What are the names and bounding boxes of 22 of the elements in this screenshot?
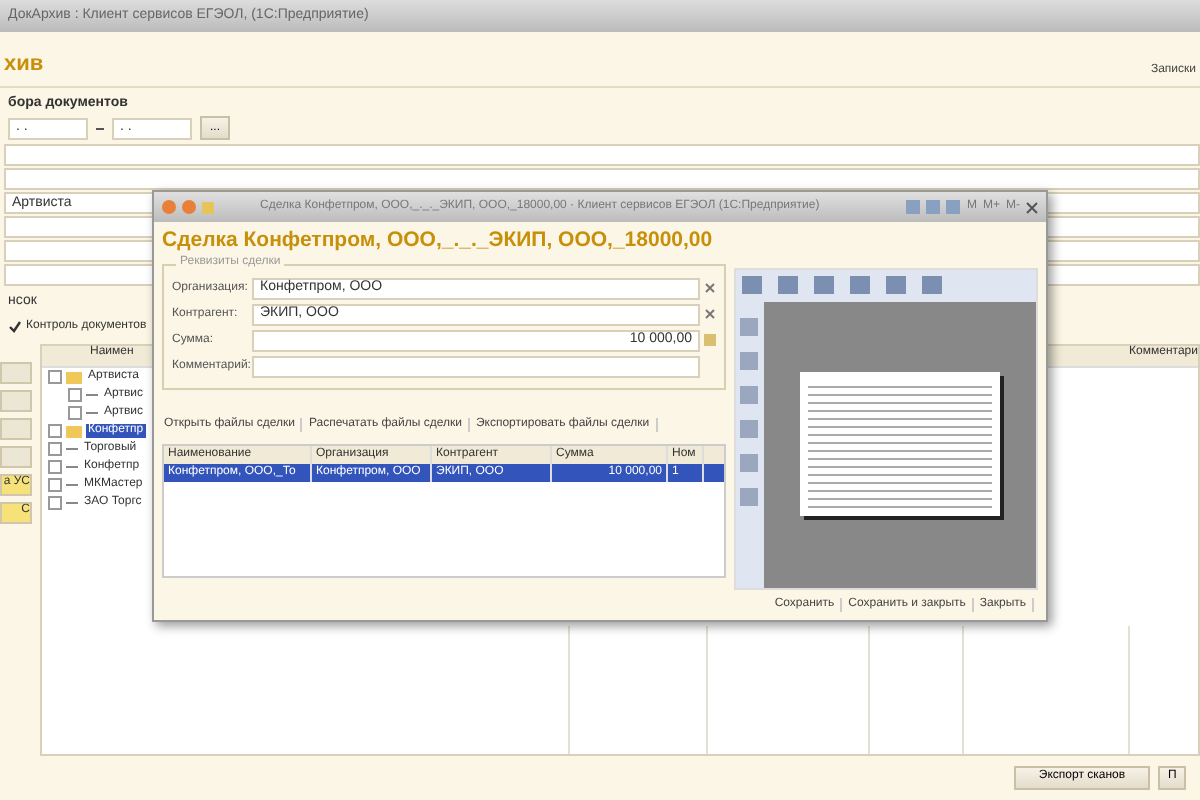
side-button[interactable] [0,418,32,440]
checkbox[interactable] [48,370,62,384]
checkbox[interactable] [68,406,82,420]
side-button[interactable] [0,446,32,468]
input-field[interactable] [4,168,1200,191]
side-button[interactable] [0,390,32,412]
side-button[interactable] [0,362,32,384]
close-icon[interactable] [1026,201,1038,213]
checkbox[interactable] [48,478,62,492]
checkbox[interactable] [8,319,22,334]
page-heading: хив [4,51,44,78]
checkbox[interactable] [48,460,62,474]
minimize-icon[interactable] [182,200,196,214]
input-field[interactable] [252,355,700,378]
checkbox[interactable] [48,424,62,438]
dash-icon [96,127,104,130]
clear-icon[interactable] [704,308,716,321]
clear-icon[interactable] [704,282,716,295]
checkbox[interactable] [68,388,82,402]
checkbox[interactable] [48,496,62,510]
input-field[interactable] [4,144,1200,167]
checkbox[interactable] [48,442,62,456]
